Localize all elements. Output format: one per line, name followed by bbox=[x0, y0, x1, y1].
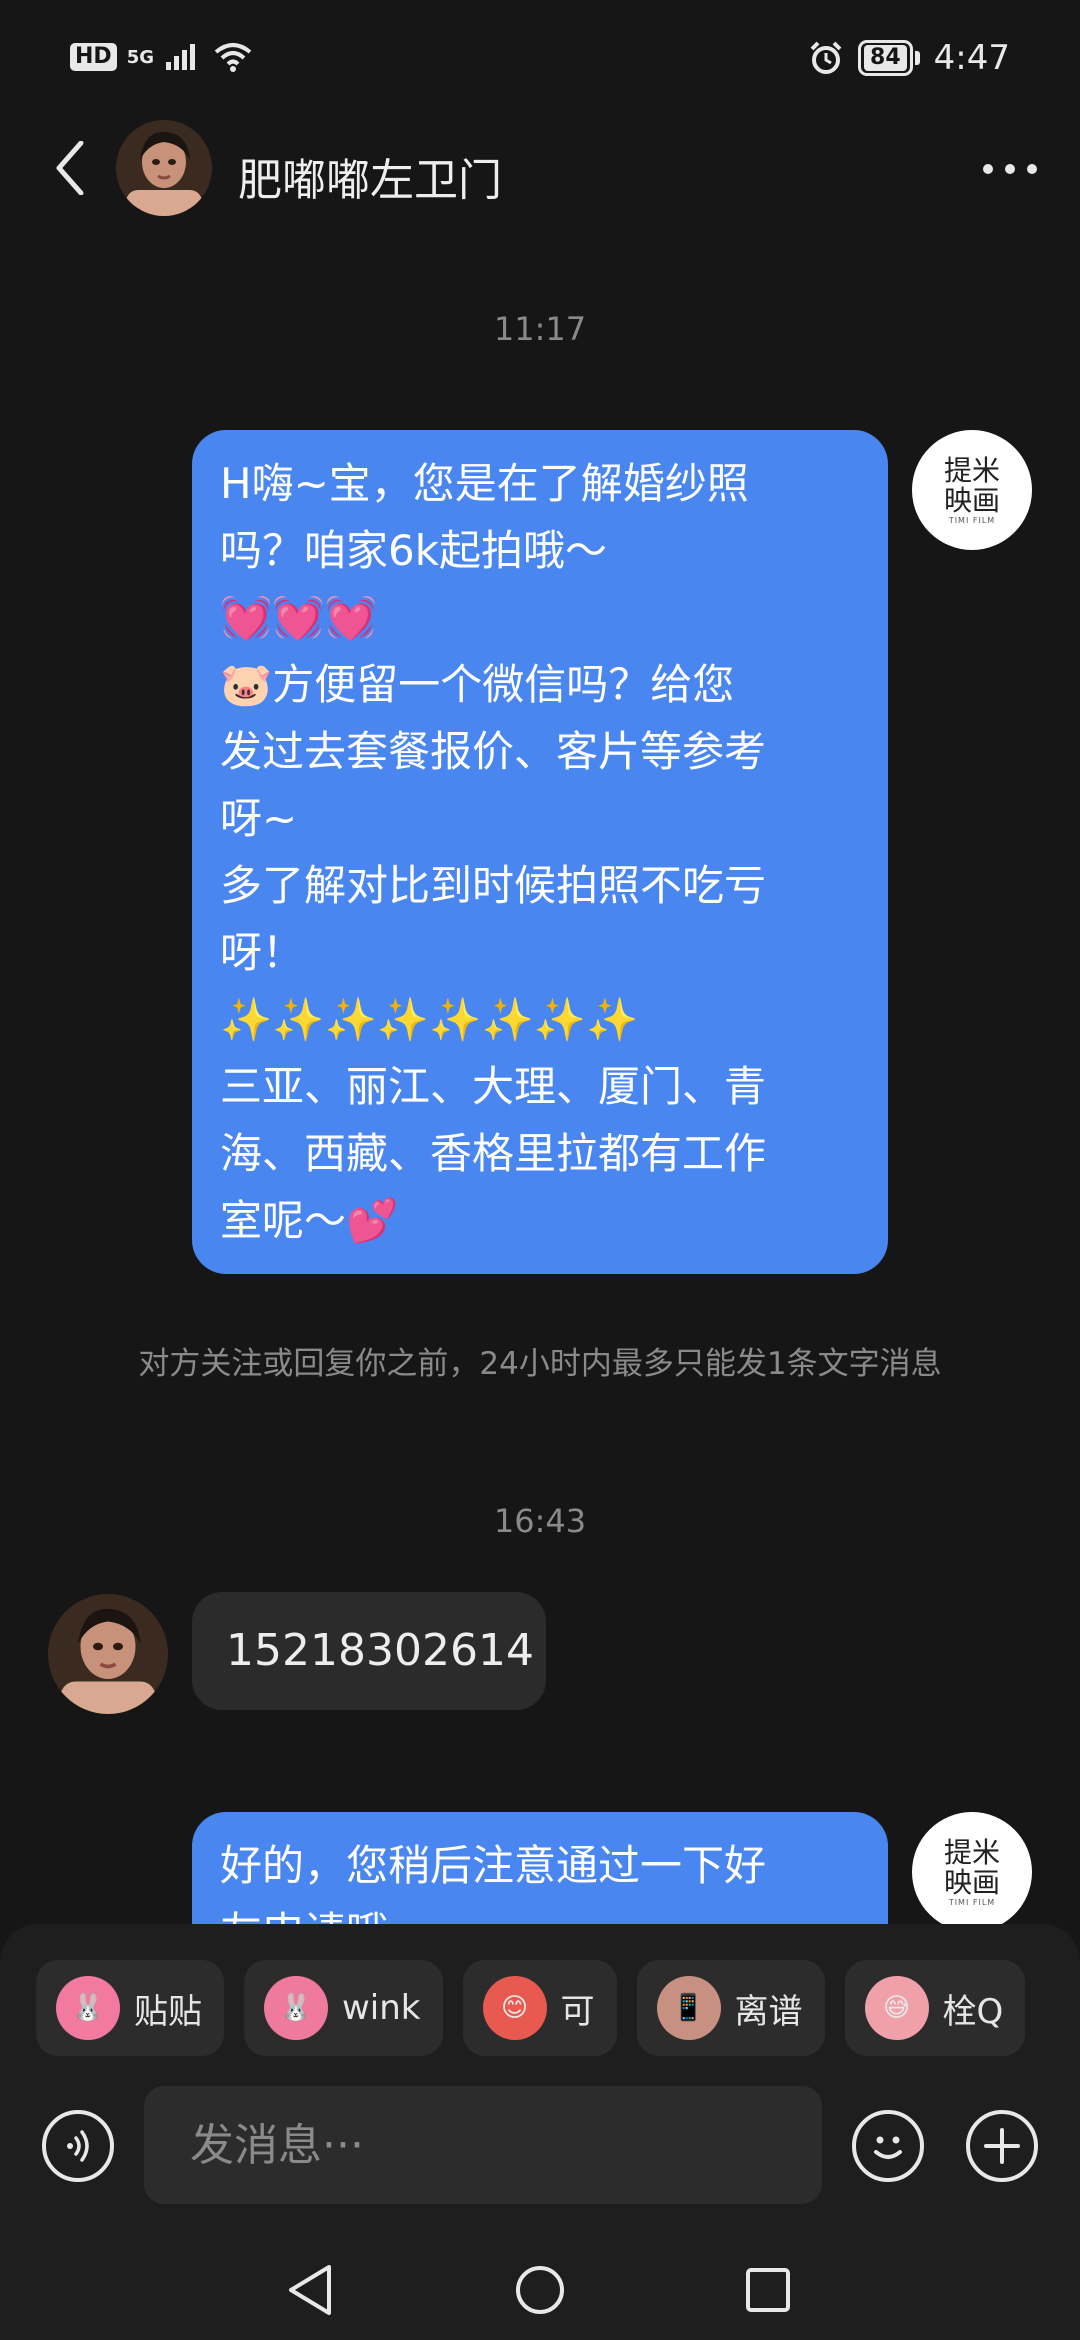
status-right: 84 4:47 bbox=[808, 38, 1010, 78]
girl-phone-sticker-icon: 📱 bbox=[656, 1976, 721, 2040]
square-recents-icon bbox=[746, 2268, 790, 2312]
system-notice: 对方关注或回复你之前，24小时内最多只能发1条文字消息 bbox=[138, 1346, 942, 1382]
sticker-label: 可 bbox=[560, 1991, 595, 2032]
emoji-button[interactable] bbox=[852, 2110, 924, 2182]
message-line: H嗨~宝，您是在了解婚纱照 bbox=[220, 459, 749, 508]
battery-level: 84 bbox=[864, 45, 907, 71]
sticker-label: 离谱 bbox=[734, 1991, 803, 2032]
pink-bunny-sticker-icon: 🐰 bbox=[56, 1976, 120, 2040]
battery-indicator: 84 bbox=[858, 40, 920, 76]
brand-avatar-subtext: TIMI FILM bbox=[948, 1898, 996, 1907]
message-line: 💓💓💓 bbox=[220, 593, 377, 642]
brand-avatar[interactable]: 提米 映画 TIMI FILM bbox=[912, 1812, 1032, 1932]
status-left: HD 5G bbox=[70, 42, 252, 72]
sticker-suggestions: 🐰 贴贴 🐰 wink 😊 可 📱 离谱 😅 栓Q bbox=[36, 1960, 1026, 2056]
sticker-chip[interactable]: 🐰 贴贴 bbox=[36, 1960, 224, 2056]
sticker-label: 栓Q bbox=[942, 1991, 1004, 2032]
message-line: 海、西藏、香格里拉都有工作 bbox=[220, 1129, 767, 1178]
triangle-back-icon bbox=[289, 2265, 331, 2315]
back-button[interactable] bbox=[40, 136, 100, 200]
incoming-message-bubble[interactable]: 15218302614 bbox=[192, 1592, 546, 1710]
message-line: 呀！ bbox=[220, 928, 305, 977]
sweat-face-sticker-icon: 😅 bbox=[864, 1976, 929, 2040]
more-options-button[interactable] bbox=[970, 144, 1050, 194]
chat-header: 肥嘟嘟左卫门 bbox=[0, 118, 1080, 218]
message-input[interactable] bbox=[144, 2086, 822, 2204]
circle-home-icon bbox=[516, 2266, 564, 2314]
sticker-chip[interactable]: 😅 栓Q bbox=[844, 1960, 1026, 2056]
brand-avatar-text: 映画 bbox=[943, 484, 1000, 517]
contact-avatar-image bbox=[116, 120, 212, 216]
more-dot-icon bbox=[1005, 164, 1015, 174]
message-line: 室呢～💕 bbox=[220, 1196, 399, 1245]
pink-bunny-wink-sticker-icon: 🐰 bbox=[264, 1976, 328, 2040]
network-type: 5G bbox=[126, 46, 154, 68]
message-line: 吗？咱家6k起拍哦～ bbox=[220, 526, 608, 575]
message-timestamp: 11:17 bbox=[493, 310, 587, 348]
sticker-chip[interactable]: 🐰 wink bbox=[244, 1960, 443, 2056]
nav-home-button[interactable] bbox=[510, 2260, 570, 2320]
plus-icon bbox=[984, 2128, 1020, 2164]
message-line: 发过去套餐报价、客片等参考 bbox=[220, 727, 767, 776]
back-arrow-icon bbox=[56, 141, 84, 195]
message-timestamp: 16:43 bbox=[493, 1502, 587, 1540]
incoming-avatar[interactable] bbox=[48, 1594, 168, 1714]
more-dot-icon bbox=[983, 164, 993, 174]
brand-avatar[interactable]: 提米 映画 TIMI FILM bbox=[912, 430, 1032, 550]
hd-badge: HD bbox=[70, 43, 117, 71]
nav-recents-button[interactable] bbox=[738, 2260, 798, 2320]
message-line: 好的，您稍后注意通过一下好 bbox=[220, 1841, 767, 1890]
brand-avatar-text: 提米 bbox=[943, 1836, 1000, 1869]
brand-avatar-subtext: TIMI FILM bbox=[948, 516, 996, 525]
brand-avatar-text: 提米 bbox=[943, 454, 1000, 487]
status-time: 4:47 bbox=[933, 38, 1010, 78]
contact-avatar[interactable] bbox=[116, 120, 212, 216]
message-line: ✨✨✨✨✨✨✨✨ bbox=[220, 995, 639, 1044]
nav-back-button[interactable] bbox=[280, 2260, 340, 2320]
alarm-icon bbox=[810, 41, 842, 74]
sticker-chip[interactable]: 📱 离谱 bbox=[636, 1960, 825, 2056]
brand-avatar-text: 映画 bbox=[943, 1866, 1000, 1899]
status-bar: HD 5G 84 4:47 bbox=[0, 0, 1080, 120]
contact-name[interactable]: 肥嘟嘟左卫门 bbox=[238, 144, 502, 208]
signal-icon bbox=[166, 44, 195, 70]
chat-screen: HD 5G 84 4:47 肥嘟嘟左卫门 11:17 H嗨~宝，您是在了解婚纱照… bbox=[0, 0, 1080, 2340]
composer-panel: 🐰 贴贴 🐰 wink 😊 可 📱 离谱 😅 栓Q bbox=[0, 1924, 1080, 2340]
wifi-icon bbox=[214, 43, 252, 72]
sticker-label: 贴贴 bbox=[134, 1991, 202, 2032]
message-line: 多了解对比到时候拍照不吃亏 bbox=[220, 861, 767, 910]
voice-icon bbox=[67, 2130, 89, 2162]
outgoing-message-bubble[interactable]: H嗨~宝，您是在了解婚纱照 吗？咱家6k起拍哦～ 💓💓💓 🐷方便留一个微信吗？给… bbox=[192, 430, 888, 1274]
red-face-sticker-icon: 😊 bbox=[482, 1976, 547, 2040]
smiley-icon bbox=[874, 2136, 902, 2159]
message-line: 🐷方便留一个微信吗？给您 bbox=[220, 660, 735, 709]
composer-row bbox=[0, 2084, 1080, 2208]
more-actions-button[interactable] bbox=[966, 2110, 1038, 2182]
system-navigation-bar bbox=[0, 2240, 1080, 2340]
message-line: 呀~ bbox=[220, 794, 298, 843]
more-dot-icon bbox=[1027, 164, 1037, 174]
voice-input-button[interactable] bbox=[42, 2110, 114, 2182]
sticker-chip[interactable]: 😊 可 bbox=[462, 1960, 617, 2056]
sticker-label: wink bbox=[342, 1988, 421, 2028]
incoming-avatar-image bbox=[48, 1594, 168, 1714]
message-line: 三亚、丽江、大理、厦门、青 bbox=[220, 1062, 767, 1111]
